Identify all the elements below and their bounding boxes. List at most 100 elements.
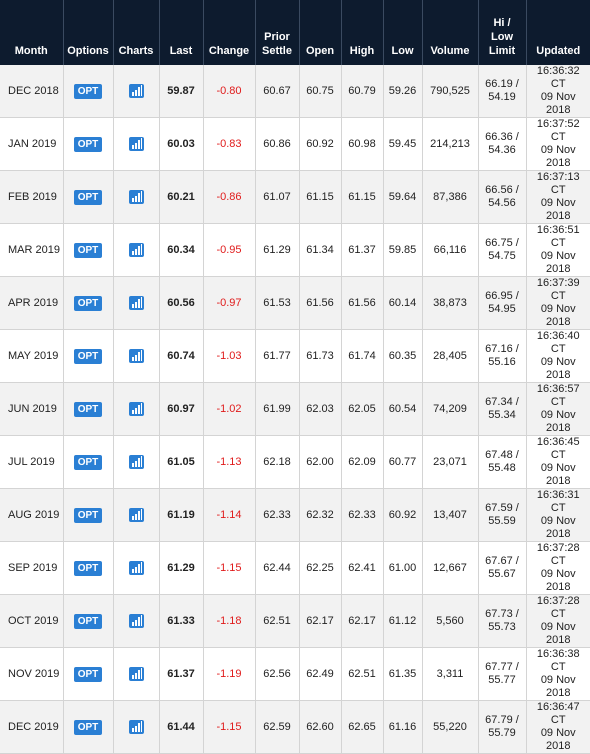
cell-last: 59.87 [159, 65, 204, 118]
opt-button[interactable]: OPT [73, 136, 103, 152]
col-header-options: Options [63, 0, 114, 65]
col-header-low[interactable]: Low [383, 0, 423, 65]
bar-chart-icon[interactable] [128, 614, 144, 628]
bar-chart-icon[interactable] [128, 84, 144, 98]
col-header-open[interactable]: Open [299, 0, 342, 65]
cell-high: 61.15 [341, 170, 384, 224]
opt-button[interactable]: OPT [73, 560, 103, 576]
bar-chart-icon[interactable] [128, 508, 144, 522]
cell-low: 59.45 [383, 117, 423, 171]
bar-chart-icon[interactable] [128, 296, 144, 310]
opt-button[interactable]: OPT [73, 401, 103, 417]
opt-button[interactable]: OPT [73, 454, 103, 470]
cell-prior-settle: 62.33 [255, 488, 300, 542]
opt-button[interactable]: OPT [73, 295, 103, 311]
col-header-volume[interactable]: Volume [422, 0, 479, 65]
col-header-limit-line3: Limit [488, 45, 516, 57]
col-header-prior-line1: Prior [264, 31, 290, 43]
cell-prior-settle: 62.56 [255, 647, 300, 701]
col-header-change[interactable]: Change [203, 0, 256, 65]
cell-low: 60.35 [383, 329, 423, 383]
cell-last: 60.97 [159, 382, 204, 436]
cell-last: 61.19 [159, 488, 204, 542]
cell-options: OPT [63, 700, 114, 754]
hi-limit: 66.75 / [485, 237, 519, 249]
opt-button[interactable]: OPT [73, 719, 103, 735]
cell-hi-low-limit: 67.59 /55.59 [478, 488, 527, 542]
hi-limit: 67.48 / [485, 449, 519, 461]
cell-options: OPT [63, 117, 114, 171]
updated-date: 09 Nov 2018 [540, 144, 576, 169]
cell-updated: 16:37:28 CT 09 Nov 2018 [526, 541, 590, 595]
cell-options: OPT [63, 329, 114, 383]
hi-limit: 67.16 / [485, 343, 519, 355]
futures-quotes-table: Month Options Charts Last Change Prior S… [0, 0, 590, 754]
cell-change: -1.19 [203, 647, 256, 701]
cell-volume: 55,220 [422, 700, 479, 754]
cell-options: OPT [63, 594, 114, 648]
cell-month: APR 2019 [0, 276, 64, 330]
col-header-limit-line2: Low [491, 31, 513, 43]
col-header-month[interactable]: Month [0, 0, 64, 65]
col-header-high[interactable]: High [341, 0, 384, 65]
cell-last: 60.34 [159, 223, 204, 277]
cell-options: OPT [63, 170, 114, 224]
cell-prior-settle: 61.99 [255, 382, 300, 436]
cell-hi-low-limit: 67.73 /55.73 [478, 594, 527, 648]
col-header-last[interactable]: Last [159, 0, 204, 65]
cell-updated: 16:36:45 CT 09 Nov 2018 [526, 435, 590, 489]
cell-open: 61.56 [299, 276, 342, 330]
cell-open: 62.32 [299, 488, 342, 542]
updated-time: 16:36:38 CT [536, 648, 580, 673]
table-row: APR 2019 OPT 60.56 -0.97 61.53 61.56 61.56 60.1… [0, 276, 590, 330]
col-header-updated[interactable]: Updated [526, 0, 590, 65]
cell-charts [113, 488, 160, 542]
bar-chart-icon[interactable] [128, 667, 144, 681]
bar-chart-icon[interactable] [128, 561, 144, 575]
cell-updated: 16:36:40 CT 09 Nov 2018 [526, 329, 590, 383]
opt-button[interactable]: OPT [73, 507, 103, 523]
bar-chart-icon[interactable] [128, 720, 144, 734]
bar-chart-icon[interactable] [128, 402, 144, 416]
bar-chart-icon[interactable] [128, 190, 144, 204]
table-row: FEB 2019 OPT 60.21 -0.86 61.07 61.15 61.15 59.6… [0, 170, 590, 224]
cell-updated: 16:37:39 CT 09 Nov 2018 [526, 276, 590, 330]
opt-button[interactable]: OPT [73, 348, 103, 364]
cell-prior-settle: 60.86 [255, 117, 300, 171]
cell-open: 62.17 [299, 594, 342, 648]
cell-high: 62.41 [341, 541, 384, 595]
low-limit: 55.77 [488, 674, 516, 686]
table-row: JAN 2019 OPT 60.03 -0.83 60.86 60.92 60.98 59.4… [0, 117, 590, 171]
low-limit: 54.36 [488, 144, 516, 156]
cell-updated: 16:37:28 CT 09 Nov 2018 [526, 594, 590, 648]
cell-volume: 5,560 [422, 594, 479, 648]
hi-limit: 67.77 / [485, 661, 519, 673]
bar-chart-icon[interactable] [128, 243, 144, 257]
cell-high: 60.79 [341, 65, 384, 118]
low-limit: 55.48 [488, 462, 516, 474]
cell-month: FEB 2019 [0, 170, 64, 224]
cell-prior-settle: 62.18 [255, 435, 300, 489]
opt-button[interactable]: OPT [73, 83, 103, 99]
table-row: OCT 2019 OPT 61.33 -1.18 62.51 62.17 62.17 61.1… [0, 594, 590, 648]
opt-button[interactable]: OPT [73, 189, 103, 205]
cell-low: 59.85 [383, 223, 423, 277]
updated-time: 16:36:51 CT [536, 224, 580, 249]
cell-options: OPT [63, 647, 114, 701]
cell-month: MAY 2019 [0, 329, 64, 383]
updated-time: 16:37:28 CT [536, 542, 580, 567]
cell-open: 62.49 [299, 647, 342, 701]
bar-chart-icon[interactable] [128, 455, 144, 469]
header-row: Month Options Charts Last Change Prior S… [0, 0, 590, 65]
opt-button[interactable]: OPT [73, 242, 103, 258]
low-limit: 55.73 [488, 621, 516, 633]
cell-updated: 16:36:51 CT 09 Nov 2018 [526, 223, 590, 277]
cell-prior-settle: 62.51 [255, 594, 300, 648]
cell-low: 61.12 [383, 594, 423, 648]
bar-chart-icon[interactable] [128, 349, 144, 363]
low-limit: 54.56 [488, 197, 516, 209]
opt-button[interactable]: OPT [73, 666, 103, 682]
opt-button[interactable]: OPT [73, 613, 103, 629]
col-header-prior-settle[interactable]: Prior Settle [255, 0, 300, 65]
bar-chart-icon[interactable] [128, 137, 144, 151]
